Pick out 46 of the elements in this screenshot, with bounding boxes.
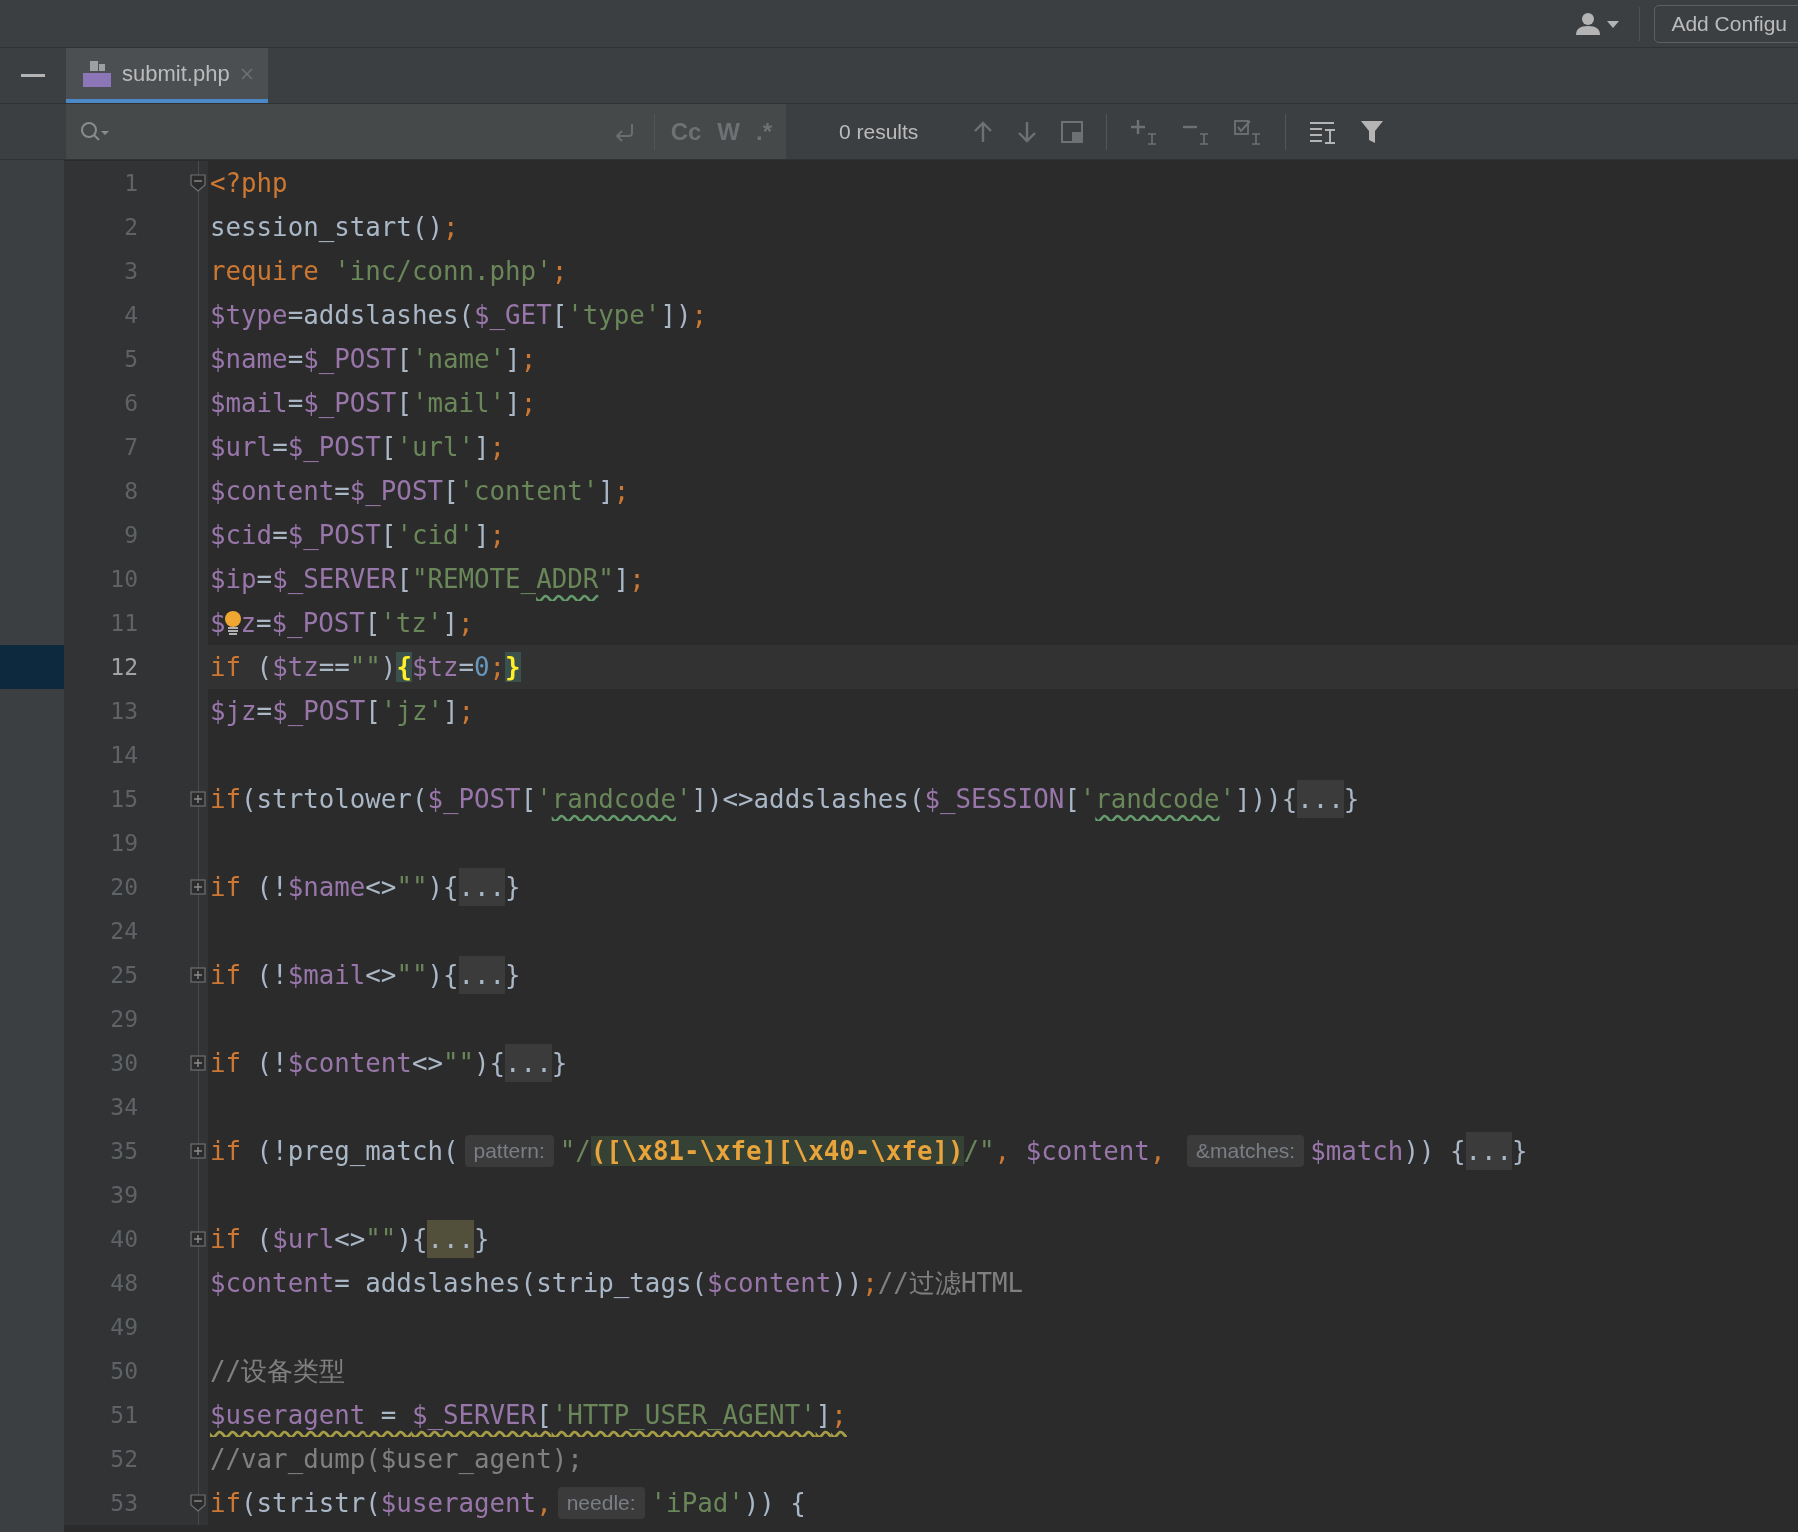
file-tab[interactable]: submit.php [66, 48, 268, 103]
code-line: if ($url<>""){...} [210, 1220, 490, 1258]
arrow-down-icon[interactable] [1016, 119, 1039, 144]
add-configuration-button[interactable]: Add Configu [1654, 4, 1798, 43]
code-line: $mail=$_POST['mail']; [210, 388, 537, 418]
fold-expand-icon[interactable] [190, 879, 206, 895]
fold-expand-icon[interactable] [190, 791, 206, 807]
code-line: if ($tz==""){$tz=0;} [210, 652, 521, 682]
close-icon[interactable] [239, 66, 254, 81]
php-file-icon [82, 58, 112, 89]
results-count: 0 results [839, 119, 919, 144]
code-line: if (!$mail<>""){...} [210, 956, 521, 994]
fold-expand-icon[interactable] [190, 967, 206, 983]
search-option[interactable]: .* [756, 117, 772, 146]
code-line: //var_dump($user_agent); [210, 1444, 583, 1474]
user-icon[interactable] [1575, 10, 1622, 37]
fold-expand-icon[interactable] [190, 1143, 206, 1159]
fold-expand-icon[interactable] [190, 1231, 206, 1247]
square-icon[interactable] [1060, 119, 1085, 144]
code-line: $useragent = $_SERVER['HTTP_USER_AGENT']; [210, 1400, 847, 1430]
code-line: $content= addslashes(strip_tags($content));//过滤HTML [210, 1266, 1024, 1300]
code-line: if (!preg_match( pattern: "/([\x81-\xfe][\x40-\xfe])/", $content, &matches: $match)) {...} [210, 1132, 1528, 1170]
fold-collapse-icon[interactable] [190, 174, 206, 192]
line-number: 12 [109, 654, 138, 680]
minimize-icon[interactable] [21, 73, 45, 78]
fold-expand-icon[interactable] [190, 1055, 206, 1071]
code-line: require 'inc/conn.php'; [210, 256, 568, 286]
code-line: $type=addslashes($_GET['type']); [210, 300, 707, 330]
code-line: <?php [210, 168, 288, 198]
code-line: if(strtolower($_POST['randcode'])<>addslashes($_SESSION['randcode'])){...} [210, 780, 1360, 818]
search-icon [80, 120, 110, 143]
code-line: $content=$_POST['content']; [210, 476, 630, 506]
code-line: $url=$_POST['url']; [210, 432, 506, 462]
code-line: if(stristr($useragent, needle: 'iPad')) { [210, 1487, 806, 1519]
fold-collapse-icon[interactable] [190, 1494, 206, 1512]
filter-icon[interactable] [1360, 118, 1385, 145]
code-line: if (!$content<>""){...} [210, 1044, 568, 1082]
code-line: $name=$_POST['name']; [210, 344, 537, 374]
code-line: $ z=$_POST['tz']; [210, 608, 474, 638]
tab-title: submit.php [122, 60, 230, 87]
code-line: $ip=$_SERVER["REMOTE_ADDR"]; [210, 564, 645, 594]
code-line: $jz=$_POST['jz']; [210, 696, 475, 726]
code-line: //设备类型 [210, 1354, 346, 1388]
code-line: session_start(); [210, 212, 459, 242]
code-line: if (!$name<>""){...} [210, 868, 521, 906]
code-line: $cid=$_POST['cid']; [210, 520, 506, 550]
